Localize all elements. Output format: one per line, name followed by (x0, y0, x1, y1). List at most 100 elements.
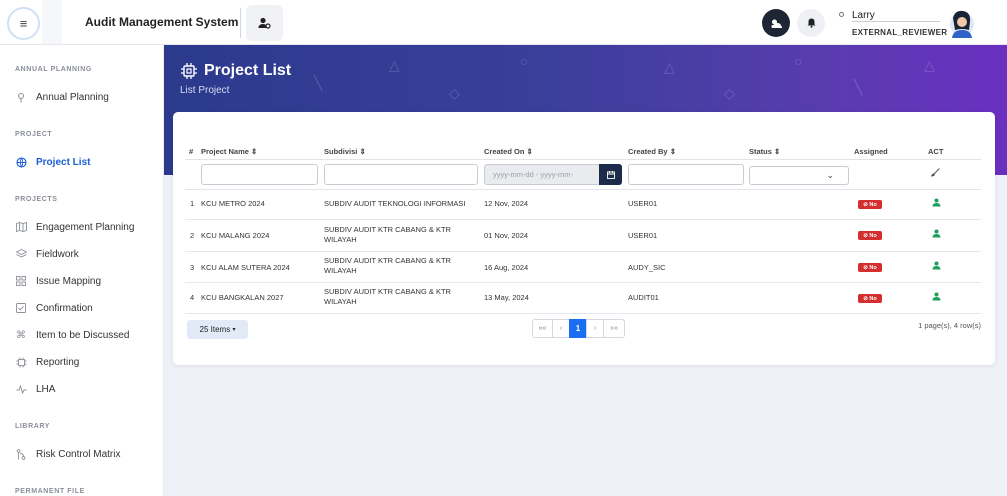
badge-label: No (869, 264, 877, 271)
assign-user-icon[interactable] (932, 261, 942, 271)
bell-icon (807, 18, 815, 28)
created-by-filter-input[interactable] (628, 164, 744, 185)
col-header-num: # (189, 147, 194, 156)
sidebar-item-confirmation[interactable]: Confirmation (15, 302, 93, 314)
next-page-button[interactable]: › (586, 319, 604, 338)
col-header-assigned: Assigned (854, 147, 888, 156)
col-label: Project Name (201, 147, 249, 156)
cloud-sun-icon (770, 19, 782, 28)
sidebar-item-label: Reporting (36, 356, 80, 368)
status-filter-select[interactable]: ⌄ (749, 166, 849, 185)
page-title: Project List (204, 62, 292, 79)
user-switch-button[interactable] (246, 5, 283, 41)
subdivisi-filter-input[interactable] (324, 164, 478, 185)
menu-strip (42, 0, 62, 44)
col-header-subdivisi[interactable]: Subdivisi ⇕ (324, 147, 366, 156)
avatar[interactable] (948, 8, 976, 38)
decor-circle-icon: ○ (794, 53, 803, 69)
col-header-act: ACT (928, 147, 944, 156)
user-role: EXTERNAL_REVIEWER (852, 28, 948, 37)
calendar-icon (606, 170, 615, 179)
decor-slash-icon: ╲ (314, 75, 323, 91)
globe-icon (15, 156, 27, 168)
user-cog-icon (258, 17, 271, 29)
decor-triangle-icon: △ (389, 57, 400, 73)
chip-icon (181, 63, 197, 79)
sidebar-item-label: Fieldwork (36, 248, 79, 260)
sidebar-section-library: LIBRARY (15, 423, 51, 430)
cell-subdivisi: SUBDIV AUDIT KTR CABANG & KTR WILAYAH (324, 225, 451, 244)
page-1-button[interactable]: 1 (569, 319, 587, 338)
chip-icon (15, 356, 27, 368)
sidebar-item-engagement-planning[interactable]: Engagement Planning (15, 221, 134, 233)
cell-project-name: KCU BANGKALAN 2027 (201, 293, 284, 302)
created-on-filter-input[interactable]: yyyy-mm-dd - yyyy-mm- (484, 164, 600, 185)
sidebar-section-annual-planning: ANNUAL PLANNING (15, 66, 92, 73)
cell-subdivisi: SUBDIV AUDIT KTR CABANG & KTR WILAYAH (324, 256, 451, 275)
assign-user-icon[interactable] (932, 229, 942, 239)
activity-icon (15, 383, 27, 395)
badge-label: No (869, 295, 877, 302)
pagination: «« ‹ 1 › »» (532, 319, 625, 338)
hamburger-menu-button[interactable]: ≡ (7, 7, 40, 40)
user-name[interactable]: Larry (852, 10, 875, 21)
title-divider (240, 8, 241, 38)
sidebar-item-risk-control-matrix[interactable]: Risk Control Matrix (15, 448, 120, 460)
sidebar-item-fieldwork[interactable]: Fieldwork (15, 248, 79, 260)
last-page-button[interactable]: »» (603, 319, 625, 338)
sidebar-item-issue-mapping[interactable]: Issue Mapping (15, 275, 101, 287)
items-per-page-dropdown[interactable]: 25 Items ▾ (187, 320, 248, 339)
col-header-project-name[interactable]: Project Name ⇕ (201, 147, 257, 156)
cell-created-on: 12 Nov, 2024 (484, 199, 529, 208)
col-header-created-on[interactable]: Created On ⇕ (484, 147, 533, 156)
notification-button[interactable] (797, 9, 825, 37)
first-page-button[interactable]: «« (532, 319, 553, 338)
cell-created-by: AUDIT01 (628, 293, 659, 302)
col-label: Created By (628, 147, 668, 156)
decor-diamond-icon: ◇ (449, 85, 460, 101)
grid-icon (15, 275, 27, 287)
layers-icon (15, 248, 27, 260)
sidebar-item-reporting[interactable]: Reporting (15, 356, 79, 368)
cell-created-by: AUDY_SIC (628, 263, 666, 272)
theme-toggle-button[interactable] (762, 9, 790, 37)
assign-user-icon[interactable] (932, 198, 942, 208)
col-label: Subdivisi (324, 147, 358, 156)
cell-created-on: 01 Nov, 2024 (484, 231, 529, 240)
sidebar-item-lha[interactable]: LHA (15, 383, 55, 395)
sidebar-item-project-list[interactable]: Project List (15, 156, 90, 168)
clear-filter-icon[interactable] (930, 168, 940, 180)
sidebar-section-project: PROJECT (15, 131, 53, 138)
cell-created-by: USER01 (628, 231, 658, 240)
caret-down-icon: ▾ (232, 327, 236, 333)
table-row[interactable]: 3 KCU ALAM SUTERA 2024 SUBDIV AUDIT KTR … (185, 252, 981, 283)
decor-triangle-icon: △ (664, 59, 675, 75)
table-row[interactable]: 1 KCU METRO 2024 SUBDIV AUDIT TEKNOLOGI … (185, 190, 981, 220)
cell-num: 3 (190, 263, 195, 272)
project-name-filter-input[interactable] (201, 164, 318, 185)
prev-page-button[interactable]: ‹ (552, 319, 570, 338)
page-subtitle: List Project (180, 85, 230, 96)
assign-user-icon[interactable] (932, 292, 942, 302)
page-title-wrap: Project List (180, 62, 291, 80)
col-header-status[interactable]: Status ⇕ (749, 147, 780, 156)
hamburger-icon: ≡ (19, 16, 28, 31)
compass-icon (15, 91, 27, 103)
sort-icon: ⇕ (526, 147, 533, 156)
table-row[interactable]: 2 KCU MALANG 2024 SUBDIV AUDIT KTR CABAN… (185, 220, 981, 252)
col-header-created-by[interactable]: Created By ⇕ (628, 147, 676, 156)
decor-circle-icon: ○ (520, 53, 529, 69)
cell-subdivisi: SUBDIV AUDIT TEKNOLOGI INFORMASI (324, 199, 466, 208)
decor-slash-icon: ╲ (854, 79, 863, 95)
app-title: Audit Management System (85, 15, 239, 29)
calendar-button[interactable] (599, 164, 622, 185)
command-icon: ⌘ (16, 329, 26, 341)
sidebar-item-item-to-be-discussed[interactable]: ⌘ Item to be Discussed (15, 329, 129, 341)
git-icon (15, 448, 27, 460)
page-info: 1 page(s), 4 row(s) (918, 321, 981, 330)
table-row[interactable]: 4 KCU BANGKALAN 2027 SUBDIV AUDIT KTR CA… (185, 283, 981, 314)
sidebar-item-label: Project List (36, 156, 91, 168)
sidebar-item-annual-planning[interactable]: Annual Planning (15, 91, 109, 103)
badge-label: No (869, 232, 877, 239)
sidebar: ANNUAL PLANNING Annual Planning PROJECT … (0, 45, 164, 496)
